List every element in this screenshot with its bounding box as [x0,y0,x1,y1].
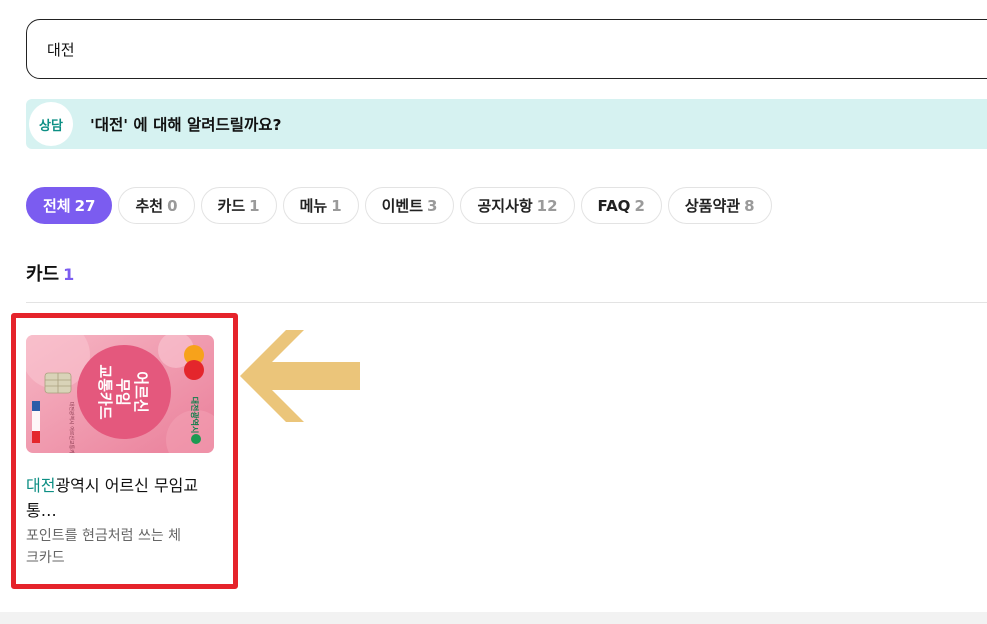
tab-terms[interactable]: 상품약관 8 [667,187,772,224]
tab-label: 공지사항 [477,197,533,215]
card-title-highlight: 대전 [26,476,56,495]
tab-count: 1 [331,196,342,215]
tab-count: 0 [167,196,178,215]
card-main-text-line2: 무임 [114,378,132,406]
tab-faq[interactable]: FAQ 2 [580,187,662,224]
tab-count: 12 [536,196,558,215]
tab-label: 메뉴 [299,197,328,215]
card-title[interactable]: 대전광역시 어르신 무임교통… [26,473,216,523]
tab-menu[interactable]: 메뉴 1 [282,187,359,224]
tab-label: 전체 [43,197,71,215]
bottom-band [0,612,987,624]
card-chip-icon [44,372,72,394]
tab-recommend[interactable]: 추천 0 [118,187,195,224]
tab-count: 27 [74,196,96,215]
tab-notice[interactable]: 공지사항 12 [460,187,575,224]
tab-count: 1 [249,196,260,215]
tab-label: 이벤트 [381,197,424,215]
tab-label: FAQ [597,196,631,215]
card-main-text-line3: 교통카드 [96,364,114,419]
tab-card[interactable]: 카드 1 [200,187,277,224]
category-tabs: 전체 27 추천 0 카드 1 메뉴 1 이벤트 3 공지사항 12 FAQ 2 상품약관 8 [26,187,772,224]
tab-count: 8 [744,196,755,215]
tab-label: 카드 [217,197,246,215]
tab-all[interactable]: 전체 27 [26,187,113,224]
tab-count: 3 [427,196,438,215]
card-description: 포인트를 현금처럼 쓰는 체크카드 [26,528,182,566]
consult-text: '대전' 에 대해 알려드릴까요? [90,116,282,134]
card-side-text: 대전광역시 [190,397,200,434]
search-input[interactable] [47,40,987,58]
tab-event[interactable]: 이벤트 3 [364,187,455,224]
search-box[interactable] [26,19,987,79]
section-divider [26,302,987,303]
card-image[interactable]: 어르신 무임 교통카드 대전광역시 대전광역시 어르신교통카드 [26,335,214,453]
section-title: 카드 1 [26,260,74,286]
tab-label: 추천 [135,197,164,215]
section-count: 1 [63,265,75,284]
left-arrow-icon [240,330,360,422]
tab-label: 상품약관 [684,197,741,215]
consult-badge: 상담 [29,102,73,146]
card-main-text-line1: 어르신 [132,371,150,412]
tab-count: 2 [634,196,645,215]
section-title-label: 카드 [26,264,60,285]
card-result-item[interactable]: 어르신 무임 교통카드 대전광역시 대전광역시 어르신교통카드 대전광역시 어르… [26,335,216,569]
card-sub-text: 대전광역시 어르신교통카드 [68,402,75,453]
consult-banner[interactable]: 상담 '대전' 에 대해 알려드릴까요? [26,99,987,149]
